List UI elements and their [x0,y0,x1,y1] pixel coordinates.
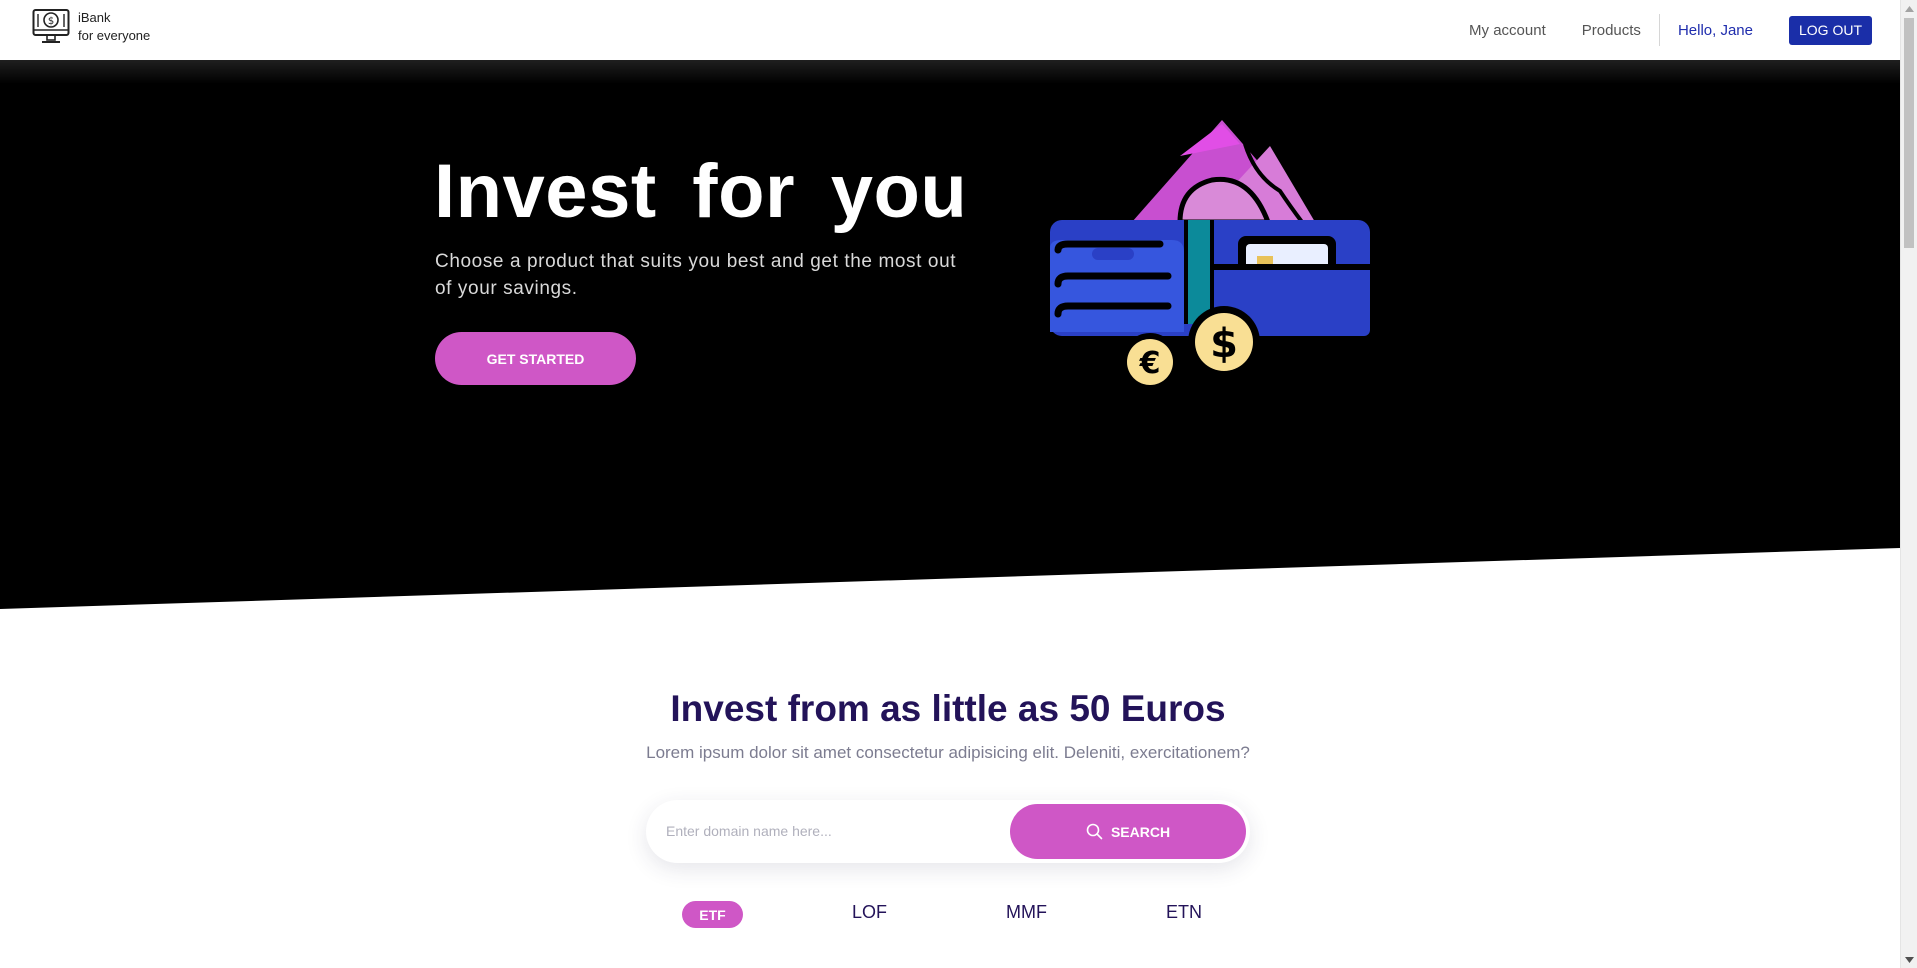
nav-divider [1658,14,1660,46]
product-tabs: ETF LOF MMF ETN [0,898,1896,930]
search-icon [1086,823,1103,840]
svg-text:€: € [1139,346,1161,381]
vertical-scrollbar[interactable] [1900,0,1917,968]
tab-etn[interactable]: ETN [1166,898,1202,926]
wallet-illustration-icon: € $ [1050,120,1370,391]
search-bar: SEARCH [646,800,1250,863]
search-button[interactable]: SEARCH [1010,804,1246,859]
scroll-up-arrow-icon[interactable] [1901,0,1917,17]
tab-etf[interactable]: ETF [682,901,743,928]
brand-name: iBank [78,10,111,25]
brand[interactable]: $ iBank for everyone [32,8,150,46]
hero-subtitle: Choose a product that suits you best and… [435,251,957,299]
tab-lof[interactable]: LOF [852,898,887,926]
nav-link-my-account[interactable]: My account [1469,22,1546,39]
top-navbar: $ iBank for everyone My account Products… [0,0,1900,60]
tab-mmf[interactable]: MMF [1006,898,1047,926]
section-subtitle: Lorem ipsum dolor sit amet consectetur a… [646,743,1250,762]
nav-links: My account Products Hello, Jane LOG OUT [1469,0,1900,60]
brand-tagline: for everyone [78,28,151,43]
svg-text:$: $ [1210,321,1238,367]
get-started-button[interactable]: GET STARTED [435,332,636,385]
logout-button[interactable]: LOG OUT [1788,15,1872,45]
section-title: Invest from as little as 50 Euros [670,688,1226,729]
user-greeting[interactable]: Hello, Jane [1678,22,1753,39]
nav-link-products[interactable]: Products [1582,22,1641,39]
search-input[interactable] [664,816,994,846]
scroll-down-arrow-icon[interactable] [1901,951,1917,968]
search-button-label: SEARCH [1110,823,1171,840]
svg-text:$: $ [48,16,54,27]
hero-background [0,60,1900,609]
monitor-dollar-logo-icon: $ [32,9,70,43]
hero-title: Invest for you [434,149,968,234]
scrollbar-thumb[interactable] [1904,18,1914,248]
hero-section: Invest for you Choose a product that sui… [0,60,1900,610]
